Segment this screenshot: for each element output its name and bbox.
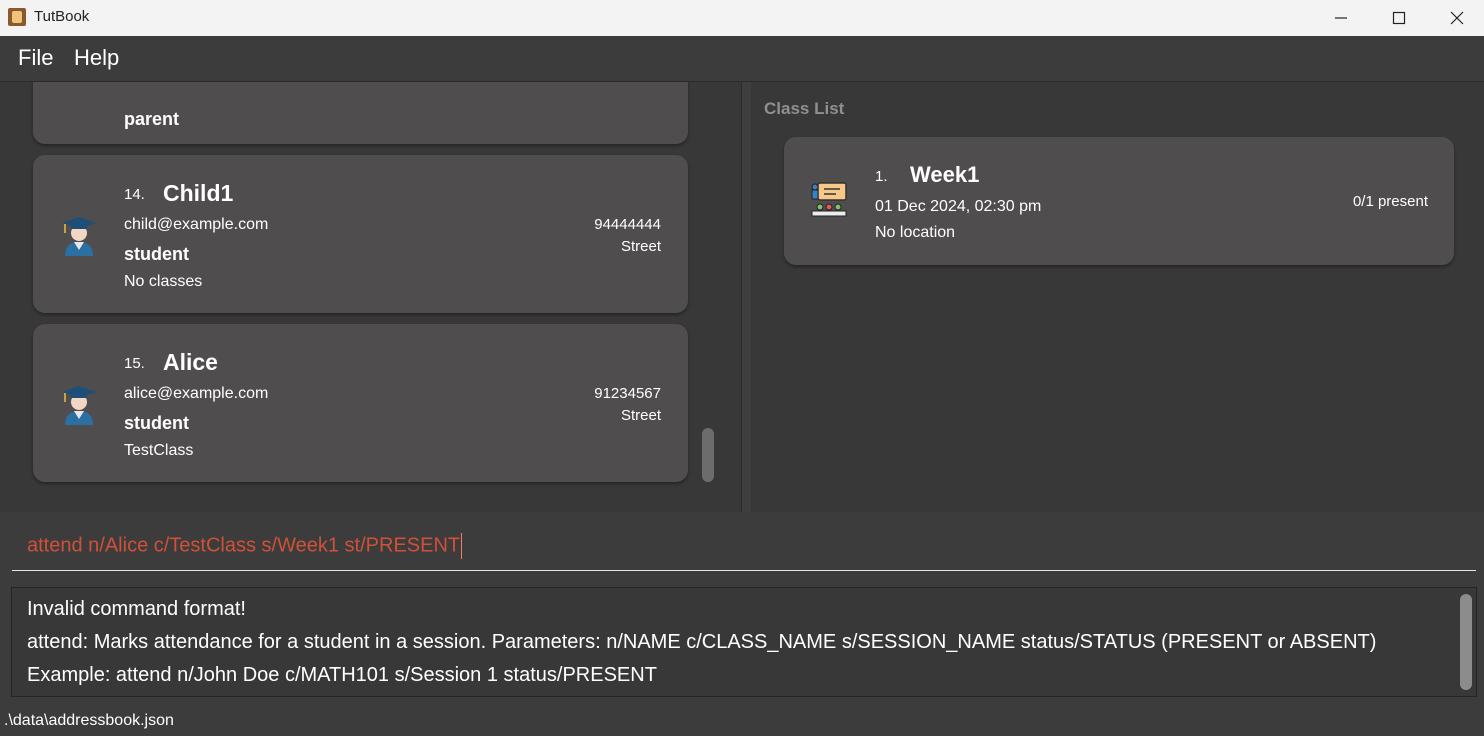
class-list-panel: Class List 1. Week1 01 Dec 2024, 02:30 p… bbox=[751, 82, 1484, 512]
command-text: attend n/Alice c/TestClass s/Week1 st/PR… bbox=[27, 534, 461, 557]
status-bar: .\data\addressbook.json bbox=[0, 705, 1484, 736]
classroom-icon bbox=[811, 182, 847, 217]
person-name: Child1 bbox=[163, 180, 234, 206]
session-index: 1. bbox=[875, 168, 888, 185]
minimize-icon bbox=[1335, 17, 1347, 19]
person-role: parent bbox=[124, 109, 180, 129]
person-card-14[interactable]: 14. Child1 child@example.com student No … bbox=[33, 155, 688, 313]
person-phone: 91234567 bbox=[594, 385, 661, 402]
person-card[interactable]: parent bbox=[33, 82, 688, 144]
minimize-button[interactable] bbox=[1312, 0, 1370, 36]
person-classes: No classes bbox=[124, 273, 203, 290]
maximize-button[interactable] bbox=[1370, 0, 1428, 36]
title-bar: TutBook bbox=[0, 0, 1484, 36]
session-datetime: 01 Dec 2024, 02:30 pm bbox=[875, 198, 1042, 215]
person-list-scrollbar[interactable] bbox=[702, 428, 714, 482]
person-email: child@example.com bbox=[124, 216, 269, 233]
session-location: No location bbox=[875, 224, 956, 241]
person-role: student bbox=[124, 244, 189, 264]
person-phone: 94444444 bbox=[594, 216, 661, 233]
class-list-title: Class List bbox=[764, 99, 845, 118]
menu-file[interactable]: File bbox=[18, 45, 53, 71]
maximize-icon bbox=[1392, 11, 1406, 25]
session-attendance: 0/1 present bbox=[1352, 193, 1428, 210]
student-avatar-icon bbox=[62, 217, 96, 256]
close-icon bbox=[1450, 11, 1464, 25]
command-box: attend n/Alice c/TestClass s/Week1 st/PR… bbox=[0, 513, 1484, 579]
window-title: TutBook bbox=[34, 8, 90, 25]
person-index: 15. bbox=[124, 355, 145, 372]
result-scrollbar[interactable] bbox=[1460, 594, 1472, 690]
person-address: Street bbox=[620, 407, 661, 424]
person-card-15[interactable]: 15. Alice alice@example.com student Test… bbox=[33, 324, 688, 482]
command-underline bbox=[12, 570, 1476, 571]
session-name: Week1 bbox=[910, 162, 980, 187]
person-name: Alice bbox=[163, 349, 218, 375]
person-index: 14. bbox=[124, 186, 145, 203]
person-email: alice@example.com bbox=[124, 385, 269, 402]
menu-help[interactable]: Help bbox=[74, 45, 119, 71]
person-address: Street bbox=[620, 238, 661, 255]
status-file-path: .\data\addressbook.json bbox=[4, 712, 174, 729]
command-input[interactable]: attend n/Alice c/TestClass s/Week1 st/PR… bbox=[27, 533, 463, 559]
close-button[interactable] bbox=[1428, 0, 1484, 36]
person-classes: TestClass bbox=[124, 442, 194, 459]
person-list-panel: parent 14. Child1 child@example.com stud… bbox=[0, 82, 742, 512]
menu-bar: File Help bbox=[0, 36, 1484, 82]
app-icon bbox=[8, 8, 26, 26]
student-avatar-icon bbox=[62, 386, 96, 425]
result-line-2: attend: Marks attendance for a student i… bbox=[27, 631, 1377, 653]
result-display[interactable]: Invalid command format! attend: Marks at… bbox=[11, 587, 1477, 697]
result-line-1: Invalid command format! bbox=[27, 598, 246, 620]
session-card[interactable]: 1. Week1 01 Dec 2024, 02:30 pm No locati… bbox=[784, 137, 1454, 265]
result-line-3: Example: attend n/John Doe c/MATH101 s/S… bbox=[27, 664, 657, 686]
person-role: student bbox=[124, 413, 189, 433]
text-caret bbox=[461, 533, 463, 559]
